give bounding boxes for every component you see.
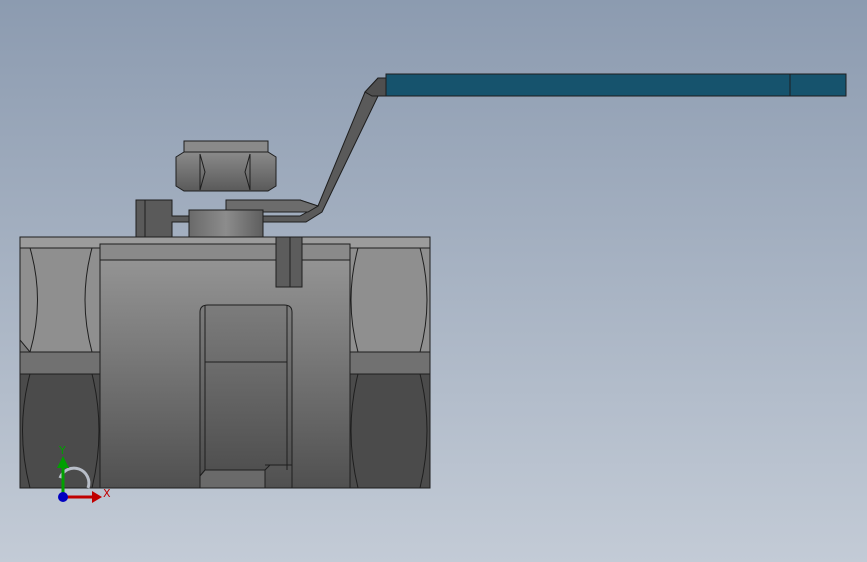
stop-tab (275, 236, 303, 288)
triad-y-label: Y (58, 444, 66, 457)
stem-assembly (175, 140, 277, 239)
hex-nut (175, 151, 277, 192)
3d-viewport[interactable]: Y X (0, 0, 867, 562)
z-axis-dot (58, 492, 68, 502)
ball-bore (199, 304, 293, 478)
viewport-canvas[interactable]: Y X (0, 0, 867, 562)
valve-body (19, 236, 431, 489)
triad-x-label: X (103, 487, 111, 500)
right-end-connector (349, 247, 431, 353)
handle-grip[interactable] (385, 73, 847, 97)
stem (188, 209, 264, 239)
